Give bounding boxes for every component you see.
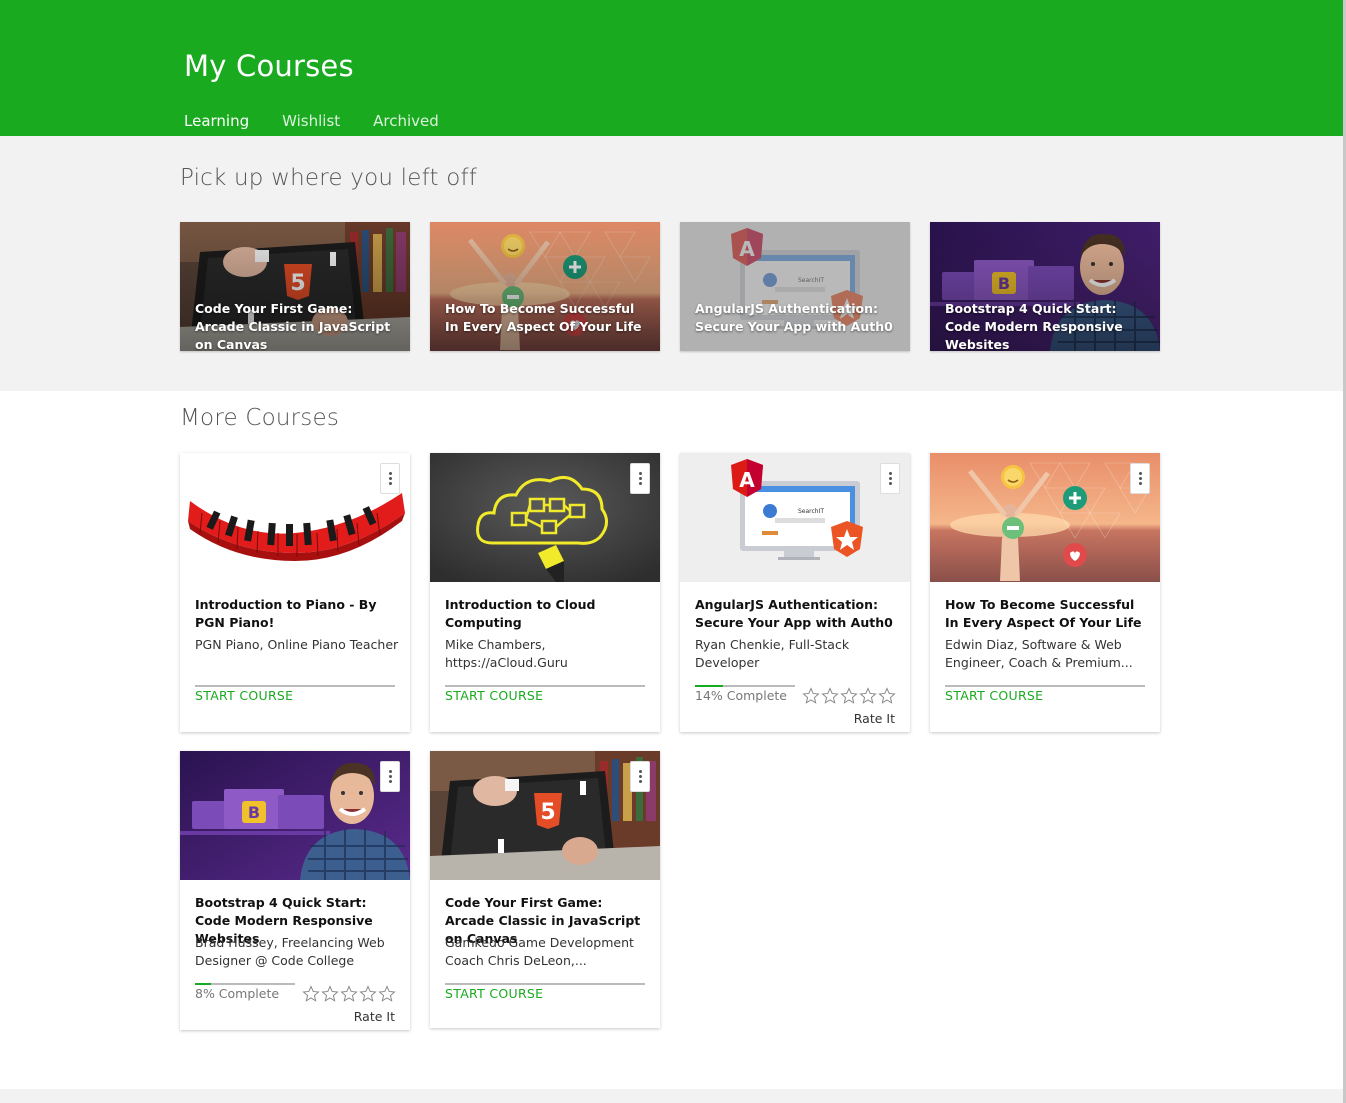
rating-stars[interactable]: [302, 985, 396, 1003]
kebab-menu-icon[interactable]: [380, 761, 400, 792]
course-title[interactable]: Introduction to Piano - By PGN Piano!: [195, 596, 400, 632]
progress-label: 14% Complete: [695, 688, 787, 703]
star-outline-icon[interactable]: [821, 687, 839, 705]
resume-card-arcade-game[interactable]: Code Your First Game: Arcade Classic in …: [180, 222, 410, 351]
course-tabs: Learning Wishlist Archived: [184, 112, 472, 138]
star-outline-icon[interactable]: [878, 687, 896, 705]
course-title[interactable]: Introduction to Cloud Computing: [445, 596, 650, 632]
resume-card-title: How To Become Successful In Every Aspect…: [445, 301, 642, 334]
kebab-menu-icon[interactable]: [630, 761, 650, 792]
course-author: Gamkedo Game Development Coach Chris DeL…: [445, 935, 634, 968]
course-title[interactable]: AngularJS Authentication: Secure Your Ap…: [695, 596, 900, 632]
course-thumbnail[interactable]: [680, 453, 910, 582]
progress-bar: [695, 685, 795, 687]
course-card[interactable]: Introduction to Piano - By PGN Piano! PG…: [180, 453, 410, 732]
course-thumbnail[interactable]: [180, 453, 410, 582]
resume-card-title: Code Your First Game: Arcade Classic in …: [195, 301, 391, 351]
resume-card-title: AngularJS Authentication: Secure Your Ap…: [695, 301, 893, 334]
kebab-menu-icon[interactable]: [1130, 463, 1150, 494]
angular-image: [680, 453, 910, 582]
more-courses-title: More Courses: [180, 405, 340, 431]
course-thumbnail[interactable]: [930, 453, 1160, 582]
kebab-menu-icon[interactable]: [380, 463, 400, 494]
start-course-button[interactable]: START COURSE: [195, 688, 293, 703]
star-outline-icon[interactable]: [802, 687, 820, 705]
start-course-button[interactable]: START COURSE: [945, 688, 1043, 703]
bootstrap-image: [180, 751, 410, 880]
course-thumbnail[interactable]: [430, 751, 660, 880]
course-author: Brad Hussey, Freelancing Web Designer @ …: [195, 935, 385, 968]
course-card[interactable]: Code Your First Game: Arcade Classic in …: [430, 751, 660, 1028]
resume-card-successful-life[interactable]: How To Become Successful In Every Aspect…: [430, 222, 660, 351]
star-outline-icon[interactable]: [378, 985, 396, 1003]
progress-bar: [195, 983, 295, 985]
resume-card-title: Bootstrap 4 Quick Start: Code Modern Res…: [945, 301, 1123, 351]
star-outline-icon[interactable]: [859, 687, 877, 705]
page-header: My Courses Learning Wishlist Archived: [0, 0, 1346, 138]
star-outline-icon[interactable]: [359, 985, 377, 1003]
course-author: Edwin Diaz, Software & Web Engineer, Coa…: [945, 637, 1133, 670]
kebab-menu-icon[interactable]: [880, 463, 900, 494]
course-card[interactable]: How To Become Successful In Every Aspect…: [930, 453, 1160, 732]
star-outline-icon[interactable]: [302, 985, 320, 1003]
course-author: PGN Piano, Online Piano Teacher: [195, 637, 399, 652]
kebab-menu-icon[interactable]: [630, 463, 650, 494]
rating-stars[interactable]: [802, 687, 896, 705]
progress-bar: [195, 685, 395, 687]
progress-label: 8% Complete: [195, 986, 280, 1001]
laptop-image: [430, 751, 660, 880]
course-card[interactable]: Introduction to Cloud Computing Mike Cha…: [430, 453, 660, 732]
resume-section-title: Pick up where you left off: [180, 165, 478, 191]
tab-learning[interactable]: Learning: [184, 112, 250, 138]
rate-it-link[interactable]: Rate It: [354, 1009, 395, 1024]
course-author: Ryan Chenkie, Full-Stack Developer: [695, 637, 850, 670]
start-course-button[interactable]: START COURSE: [445, 688, 543, 703]
cloud-image: [430, 453, 660, 582]
course-card[interactable]: Bootstrap 4 Quick Start: Code Modern Res…: [180, 751, 410, 1030]
course-author: Mike Chambers, https://aCloud.Guru: [445, 637, 568, 670]
star-outline-icon[interactable]: [840, 687, 858, 705]
star-outline-icon[interactable]: [321, 985, 339, 1003]
page-footer: [0, 1089, 1346, 1103]
course-title[interactable]: How To Become Successful In Every Aspect…: [945, 596, 1150, 632]
course-thumbnail[interactable]: [430, 453, 660, 582]
progress-bar: [445, 685, 645, 687]
start-course-button[interactable]: START COURSE: [445, 986, 543, 1001]
star-outline-icon[interactable]: [340, 985, 358, 1003]
tab-archived[interactable]: Archived: [373, 112, 439, 138]
tab-wishlist[interactable]: Wishlist: [282, 112, 340, 138]
progress-bar: [945, 685, 1145, 687]
course-card[interactable]: AngularJS Authentication: Secure Your Ap…: [680, 453, 910, 732]
progress-bar: [445, 983, 645, 985]
resume-card-bootstrap[interactable]: Bootstrap 4 Quick Start: Code Modern Res…: [930, 222, 1160, 351]
rate-it-link[interactable]: Rate It: [854, 711, 895, 726]
resume-card-angular-auth[interactable]: AngularJS Authentication: Secure Your Ap…: [680, 222, 910, 351]
page-title: My Courses: [184, 49, 354, 83]
piano-image: [180, 453, 410, 582]
resume-section: Pick up where you left off Code Your Fir…: [0, 136, 1346, 391]
sunset-image: [930, 453, 1160, 582]
course-thumbnail[interactable]: [180, 751, 410, 880]
